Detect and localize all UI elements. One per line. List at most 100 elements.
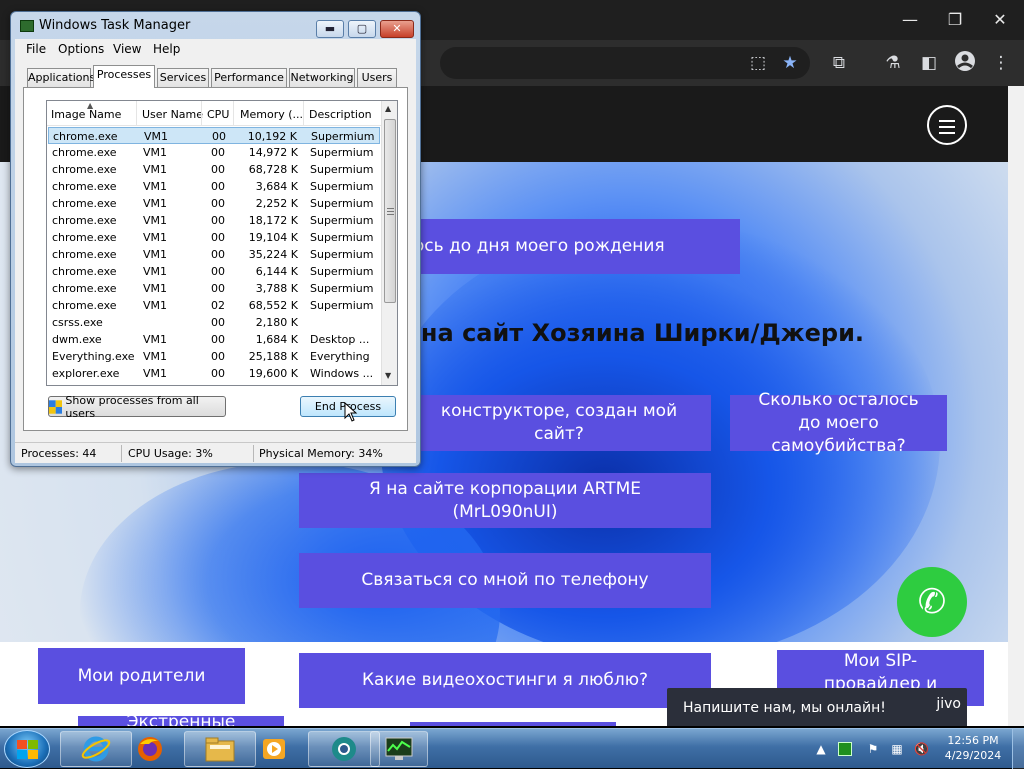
parents-button[interactable]: Мои родители (38, 648, 245, 704)
process-description: Everything (310, 350, 370, 363)
process-list-scrollbar[interactable]: ▲ ▼ (381, 101, 397, 385)
translate-icon[interactable]: ⬚ (745, 50, 771, 76)
menu-options[interactable]: Options (58, 42, 104, 56)
process-row[interactable]: explorer.exe VM1 00 19,600 K Windows ... (48, 365, 380, 382)
process-row[interactable]: dwm.exe VM1 00 1,684 K Desktop ... (48, 331, 380, 348)
process-row[interactable]: chrome.exe VM1 00 14,972 K Supermium (48, 144, 380, 161)
process-row[interactable]: chrome.exe VM1 00 10,192 K Supermium (48, 127, 380, 144)
process-row[interactable]: chrome.exe VM1 02 68,552 K Supermium (48, 297, 380, 314)
tab-applications[interactable]: Applications (27, 68, 95, 87)
processes-panel: Image Name ▲ User Name CPU Memory (... D… (23, 87, 408, 431)
labs-icon[interactable]: ⚗ (880, 50, 906, 76)
task-manager-window: Windows Task Manager ▬ ▢ ✕ File Options … (10, 11, 421, 467)
suicide-countdown-button[interactable]: Сколько осталось до моего самоубийства? (730, 390, 947, 456)
system-clock[interactable]: 12:56 PM 4/29/2024 (938, 733, 1008, 763)
process-memory: 19,600 K (248, 367, 298, 380)
scrollbar-thumb[interactable] (384, 119, 396, 303)
process-user-name: VM1 (143, 265, 168, 278)
tm-minimize-button[interactable]: ▬ (316, 20, 344, 38)
action-center-flag-icon[interactable]: ⚑ (866, 742, 880, 756)
process-row[interactable]: Everything.exe VM1 00 25,188 K Everything (48, 348, 380, 365)
tm-close-button[interactable]: ✕ (380, 20, 414, 38)
scroll-down-arrow-icon[interactable]: ▼ (385, 371, 391, 380)
process-row[interactable]: chrome.exe VM1 00 18,172 K Supermium (48, 212, 380, 229)
menu-help[interactable]: Help (153, 42, 180, 56)
column-cpu[interactable]: CPU (207, 108, 229, 121)
show-desktop-button[interactable] (1012, 729, 1024, 769)
network-icon[interactable]: ▦ (890, 742, 904, 756)
taskbar-firefox[interactable] (122, 731, 178, 767)
process-user-name: VM1 (143, 231, 168, 244)
contact-phone-button[interactable]: Связаться со мной по телефону (299, 553, 711, 608)
chrome-app-icon (332, 737, 356, 761)
browser-minimize-button[interactable]: — (890, 6, 930, 34)
process-memory: 18,172 K (248, 214, 298, 227)
tab-users[interactable]: Users (357, 68, 397, 87)
process-image-name: chrome.exe (52, 248, 117, 261)
process-description: Supermium (311, 130, 375, 143)
process-cpu: 00 (211, 180, 225, 193)
process-user-name: VM1 (143, 248, 168, 261)
process-image-name: chrome.exe (52, 231, 117, 244)
taskbar: ▲ ⚑ ▦ 🔇 12:56 PM 4/29/2024 (0, 728, 1024, 769)
tab-processes[interactable]: Processes (93, 65, 155, 88)
process-user-name: VM1 (143, 350, 168, 363)
process-row[interactable]: chrome.exe VM1 00 3,788 K Supermium (48, 280, 380, 297)
process-memory: 35,224 K (248, 248, 298, 261)
internet-explorer-icon (81, 736, 111, 762)
process-cpu: 00 (211, 265, 225, 278)
process-user-name: VM1 (143, 299, 168, 312)
birthday-countdown-button[interactable]: лось до дня моего рождения (395, 219, 740, 274)
process-list[interactable]: Image Name ▲ User Name CPU Memory (... D… (46, 100, 398, 386)
tab-services[interactable]: Services (157, 68, 209, 87)
tm-menubar: File Options View Help (15, 39, 416, 59)
uac-shield-icon (49, 399, 63, 414)
menu-file[interactable]: File (26, 42, 46, 56)
side-panel-icon[interactable]: ◧ (916, 50, 942, 76)
menu-icon[interactable]: ⋮ (988, 50, 1014, 76)
tab-performance[interactable]: Performance (211, 68, 287, 87)
phone-call-icon[interactable]: ✆ (897, 567, 967, 637)
task-manager-body: File Options View Help Applications Proc… (15, 39, 416, 463)
start-button[interactable] (4, 730, 50, 768)
process-row[interactable]: chrome.exe VM1 00 6,144 K Supermium (48, 263, 380, 280)
process-description: Windows ... (310, 367, 374, 380)
process-row[interactable]: csrss.exe 00 2,180 K (48, 314, 380, 331)
taskbar-task-manager[interactable] (370, 731, 428, 767)
tray-green-app-icon[interactable] (838, 742, 852, 756)
browser-close-button[interactable]: ✕ (980, 6, 1020, 34)
page-scrollbar[interactable] (1008, 86, 1024, 726)
hamburger-menu-button[interactable] (927, 105, 967, 145)
volume-muted-icon[interactable]: 🔇 (914, 742, 929, 756)
windows-logo-icon (17, 740, 39, 760)
chat-widget[interactable]: Напишите нам, мы онлайн! jivo (667, 688, 967, 726)
menu-view[interactable]: View (113, 42, 141, 56)
scroll-up-arrow-icon[interactable]: ▲ (385, 104, 391, 113)
process-cpu: 00 (211, 214, 225, 227)
taskbar-media-player[interactable] (246, 731, 302, 767)
tray-chevron-icon[interactable]: ▲ (814, 742, 828, 756)
column-description[interactable]: Description (309, 108, 372, 121)
process-cpu: 02 (211, 299, 225, 312)
tab-networking[interactable]: Networking (289, 68, 355, 87)
task-manager-icon (385, 737, 413, 760)
profile-icon[interactable] (952, 50, 978, 76)
process-row[interactable]: chrome.exe VM1 00 2,252 K Supermium (48, 195, 380, 212)
process-row[interactable]: chrome.exe VM1 00 35,224 K Supermium (48, 246, 380, 263)
browser-restore-button[interactable]: ❐ (935, 6, 975, 34)
extensions-icon[interactable]: ⧉ (826, 50, 852, 76)
bookmark-star-icon[interactable]: ★ (777, 50, 803, 76)
emergency-button[interactable]: Экстренные (78, 714, 284, 726)
partial-button[interactable] (410, 722, 616, 726)
process-row[interactable]: chrome.exe VM1 00 3,684 K Supermium (48, 178, 380, 195)
column-memory[interactable]: Memory (... (240, 108, 303, 121)
column-user-name[interactable]: User Name (142, 108, 203, 121)
process-row[interactable]: chrome.exe VM1 00 19,104 K Supermium (48, 229, 380, 246)
show-all-processes-button[interactable]: Show processes from all users (48, 394, 226, 420)
process-memory: 14,972 K (248, 146, 298, 159)
video-hosting-button[interactable]: Какие видеохостинги я люблю? (299, 653, 711, 708)
tm-maximize-button[interactable]: ▢ (348, 20, 376, 38)
constructor-button[interactable]: конструкторе, создан мой сайт? (395, 395, 711, 451)
process-row[interactable]: chrome.exe VM1 00 68,728 K Supermium (48, 161, 380, 178)
artme-corporation-button[interactable]: Я на сайте корпорации ARTME (MrL090nUI) (299, 473, 711, 528)
